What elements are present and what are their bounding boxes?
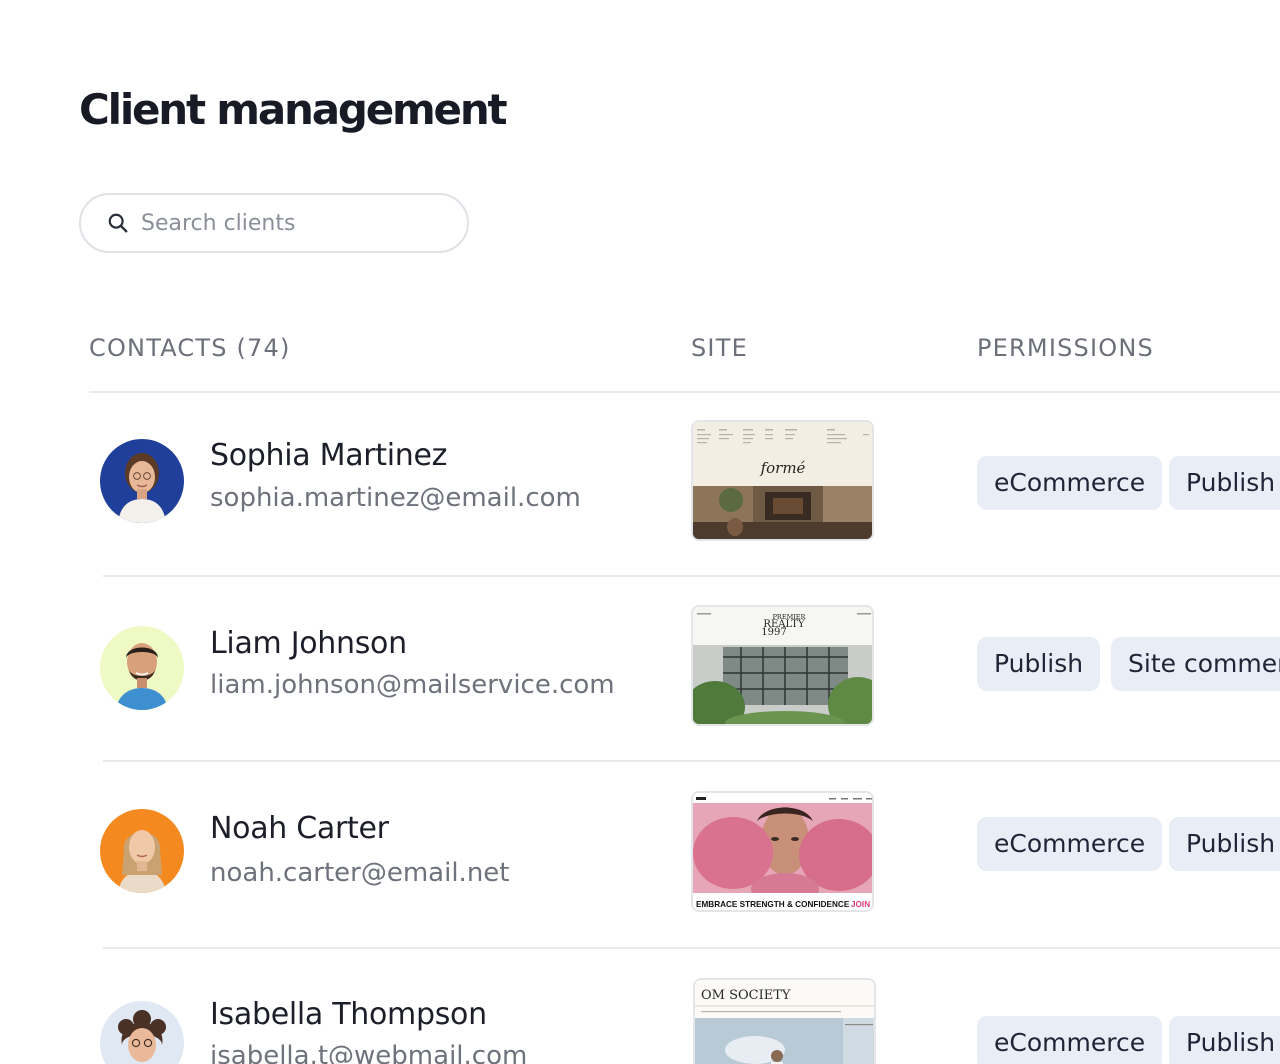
- client-name[interactable]: Liam Johnson: [210, 626, 407, 661]
- search-input[interactable]: [141, 210, 441, 236]
- avatar: [100, 1001, 184, 1064]
- permission-chip[interactable]: Publish: [977, 637, 1101, 691]
- avatar: [100, 626, 184, 710]
- client-name[interactable]: Sophia Martinez: [210, 438, 447, 473]
- site-thumbnail[interactable]: PREMIER REALTY 1997: [691, 605, 874, 726]
- column-header-contacts[interactable]: CONTACTS (74): [89, 334, 291, 362]
- client-email: sophia.martinez@email.com: [210, 483, 581, 513]
- svg-text:EMBRACE STRENGTH & CONFIDENCE: EMBRACE STRENGTH & CONFIDENCE: [696, 900, 850, 909]
- search-box[interactable]: [79, 193, 469, 253]
- page-title: Client management: [79, 85, 508, 134]
- permission-chip[interactable]: Site comments: [1111, 637, 1280, 691]
- avatar: [100, 439, 184, 523]
- permission-chip[interactable]: Publish: [1169, 1016, 1280, 1064]
- svg-text:OM SOCIETY: OM SOCIETY: [701, 988, 791, 1003]
- permission-chip[interactable]: Publish: [1169, 817, 1280, 871]
- client-email: isabella.t@webmail.com: [210, 1041, 528, 1064]
- site-thumbnail[interactable]: formé: [691, 420, 874, 541]
- client-management-page: Client management CONTACTS (74) SITE PER…: [0, 0, 1280, 1064]
- svg-text:formé: formé: [760, 459, 806, 477]
- site-thumbnail[interactable]: OM SOCIETY: [693, 978, 876, 1064]
- row-divider: [103, 575, 1280, 577]
- site-thumbnail[interactable]: EMBRACE STRENGTH & CONFIDENCE JOIN NOW: [691, 791, 874, 912]
- header-divider: [89, 391, 1280, 393]
- client-email: liam.johnson@mailservice.com: [210, 670, 615, 700]
- permission-chip[interactable]: eCommerce: [977, 1016, 1163, 1064]
- client-name[interactable]: Isabella Thompson: [210, 997, 487, 1032]
- column-header-site[interactable]: SITE: [691, 334, 748, 362]
- permission-chip[interactable]: eCommerce: [977, 456, 1163, 510]
- permission-chip[interactable]: Publish: [1169, 456, 1280, 510]
- client-email: noah.carter@email.net: [210, 858, 510, 888]
- permission-chip[interactable]: eCommerce: [977, 817, 1163, 871]
- search-icon: [108, 213, 128, 233]
- row-divider: [103, 760, 1280, 762]
- column-header-permissions[interactable]: PERMISSIONS: [977, 334, 1154, 362]
- client-name[interactable]: Noah Carter: [210, 811, 389, 846]
- svg-text:JOIN NOW: JOIN NOW: [851, 900, 874, 909]
- row-divider: [103, 947, 1280, 949]
- svg-text:1997: 1997: [761, 627, 786, 638]
- avatar: [100, 809, 184, 893]
